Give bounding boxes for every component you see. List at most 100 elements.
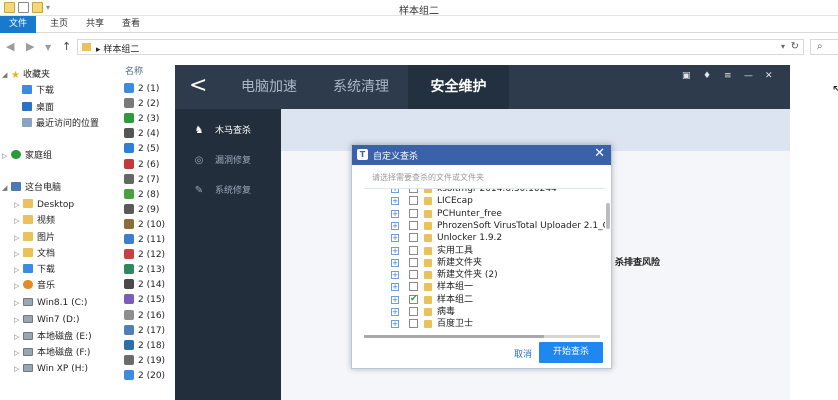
sidebar-item-drive-d[interactable]: ▷ Win7 (D:) (14, 313, 79, 327)
expand-icon[interactable]: + (391, 221, 399, 230)
tree-row[interactable]: + ✔ 样本组二 (364, 294, 600, 306)
up-arrow-icon[interactable]: ↑ (62, 40, 71, 53)
tree-row[interactable]: + PCHunter_free (364, 208, 600, 220)
tree-checkbox[interactable] (409, 257, 418, 267)
search-input[interactable]: ⌕ (810, 39, 838, 55)
sidebar-item-drive-f[interactable]: ▷ 本地磁盘 (F:) (14, 346, 90, 360)
tree-row[interactable]: + 实用工具 (364, 245, 600, 257)
sidebar-item-documents[interactable]: ▷ 文档 (14, 247, 55, 261)
expand-icon[interactable]: + (391, 283, 399, 292)
chevron-down-icon[interactable]: ▾ (781, 42, 785, 51)
tab-security[interactable]: 安全维护 (408, 65, 509, 109)
file-row[interactable]: 2 (11) (124, 233, 165, 248)
tree-row[interactable]: + Unlocker 1.9.2 (364, 232, 600, 244)
sidebar-item-favorites[interactable]: ◢ ★ 收藏夹 (2, 68, 50, 82)
sidebar-item-homegroup[interactable]: ▷ 家庭组 (2, 149, 52, 163)
file-row[interactable]: 2 (15) (124, 293, 165, 308)
tree-checkbox[interactable] (409, 233, 418, 243)
tree-vertical-scrollbar[interactable] (606, 203, 610, 229)
file-row[interactable]: 2 (3) (124, 112, 159, 127)
expand-icon[interactable]: + (391, 246, 399, 255)
file-row[interactable]: 2 (5) (124, 142, 159, 157)
tree-checkbox[interactable] (409, 307, 418, 316)
sidebar-item-desktop-folder[interactable]: ▷ Desktop (14, 198, 74, 212)
file-row[interactable]: 2 (6) (124, 158, 159, 173)
sidebar-item-pc-downloads[interactable]: ▷ 下载 (14, 263, 55, 277)
breadcrumb-current[interactable]: 样本组二 (103, 45, 139, 55)
tree-row[interactable]: + 百度卫士 (364, 318, 600, 330)
file-row[interactable]: 2 (7) (124, 173, 159, 188)
tree-checkbox[interactable] (409, 245, 418, 255)
expand-icon[interactable]: ◢ (2, 181, 11, 195)
sidebar-item-recent[interactable]: 最近访问的位置 (22, 117, 99, 131)
tree-row[interactable]: + PhrozenSoft VirusTotal Uploader 2.1_CH (364, 220, 605, 232)
refresh-icon[interactable]: ↻ (791, 41, 799, 52)
file-row[interactable]: 2 (17) (124, 324, 165, 339)
expand-icon[interactable]: + (391, 258, 399, 267)
nav-vulnerability-fix[interactable]: ◎ 漏洞修复 (175, 147, 281, 175)
start-scan-button[interactable]: 开始查杀 (539, 342, 603, 363)
file-row[interactable]: 2 (9) (124, 203, 159, 218)
forward-arrow-icon[interactable]: ▶ (26, 40, 34, 53)
file-row[interactable]: 2 (14) (124, 278, 165, 293)
expand-icon[interactable]: ◢ (2, 68, 11, 82)
skin-icon[interactable]: ♦ (703, 71, 711, 81)
nav-trojan-scan[interactable]: ♞ 木马查杀 (175, 117, 281, 145)
tree-checkbox[interactable] (409, 270, 418, 280)
scrollbar-thumb[interactable] (364, 335, 544, 338)
close-icon[interactable]: ✕ (594, 146, 605, 162)
tree-row[interactable]: + LICEcap (364, 195, 600, 207)
column-header-name[interactable]: 名称 (125, 64, 143, 77)
expand-icon[interactable]: + (391, 234, 399, 243)
tree-checkbox[interactable] (409, 208, 418, 218)
expand-icon[interactable]: + (391, 295, 399, 304)
tree-checkbox[interactable] (409, 319, 418, 329)
tree-checkbox[interactable] (409, 282, 418, 292)
feedback-icon[interactable]: ▣ (682, 71, 691, 81)
minimize-icon[interactable]: — (744, 71, 753, 81)
back-arrow-icon[interactable]: ◀ (6, 40, 14, 53)
ribbon-tab-view[interactable]: 查看 (122, 16, 140, 33)
tree-horizontal-scrollbar[interactable] (364, 335, 600, 338)
file-row[interactable]: 2 (8) (124, 188, 159, 203)
sidebar-item-this-pc[interactable]: ◢ 这台电脑 (2, 181, 61, 195)
file-row[interactable]: 2 (1) (124, 82, 159, 97)
sidebar-item-music[interactable]: ▷ 音乐 (14, 279, 55, 293)
breadcrumb[interactable]: ▸ 样本组二 (96, 42, 139, 55)
expand-icon[interactable]: + (391, 308, 399, 316)
tree-row[interactable]: + ksoltmgr 2014.6.30.10244 (364, 189, 600, 195)
file-row[interactable]: 2 (13) (124, 263, 165, 278)
sidebar-item-drive-h[interactable]: ▷ Win XP (H:) (14, 362, 88, 376)
tab-cleanup[interactable]: 系统清理 (333, 65, 389, 109)
close-icon[interactable]: ✕ (765, 71, 773, 81)
file-row[interactable]: 2 (20) (124, 369, 165, 384)
expand-icon[interactable]: + (391, 209, 399, 218)
sidebar-item-drive-e[interactable]: ▷ 本地磁盘 (E:) (14, 330, 92, 344)
ribbon-tab-file[interactable]: 文件 (0, 16, 36, 33)
file-row[interactable]: 2 (4) (124, 127, 159, 142)
tree-row[interactable]: + 新建文件夹 (2) (364, 269, 600, 281)
file-row[interactable]: 2 (18) (124, 339, 165, 354)
expand-icon[interactable]: + (391, 197, 399, 206)
address-bar[interactable]: ▸ 样本组二 ▾ ↻ (77, 39, 804, 55)
tree-checkbox[interactable] (409, 189, 418, 193)
sidebar-item-pictures[interactable]: ▷ 图片 (14, 231, 55, 245)
cancel-button[interactable]: 取消 (514, 347, 532, 360)
sidebar-item-desktop[interactable]: 桌面 (22, 101, 54, 115)
file-row[interactable]: 2 (19) (124, 354, 165, 369)
tree-row[interactable]: + 样本组一 (364, 281, 600, 293)
recent-locations-chevron-icon[interactable]: ▼ (45, 43, 51, 52)
file-row[interactable]: 2 (16) (124, 309, 165, 324)
tree-checkbox[interactable] (409, 196, 418, 206)
expand-icon[interactable]: + (391, 271, 399, 280)
ribbon-tab-home[interactable]: 主页 (50, 16, 68, 33)
file-row[interactable]: 2 (12) (124, 248, 165, 263)
tree-checkbox[interactable] (409, 220, 418, 230)
file-row[interactable]: 2 (10) (124, 218, 165, 233)
tab-speedup[interactable]: 电脑加速 (241, 65, 297, 109)
expand-icon[interactable]: ▷ (2, 149, 11, 163)
file-row[interactable]: 2 (2) (124, 97, 159, 112)
menu-icon[interactable]: ≡ (724, 71, 732, 81)
tree-checkbox[interactable]: ✔ (409, 294, 418, 304)
sidebar-item-videos[interactable]: ▷ 视频 (14, 214, 55, 228)
